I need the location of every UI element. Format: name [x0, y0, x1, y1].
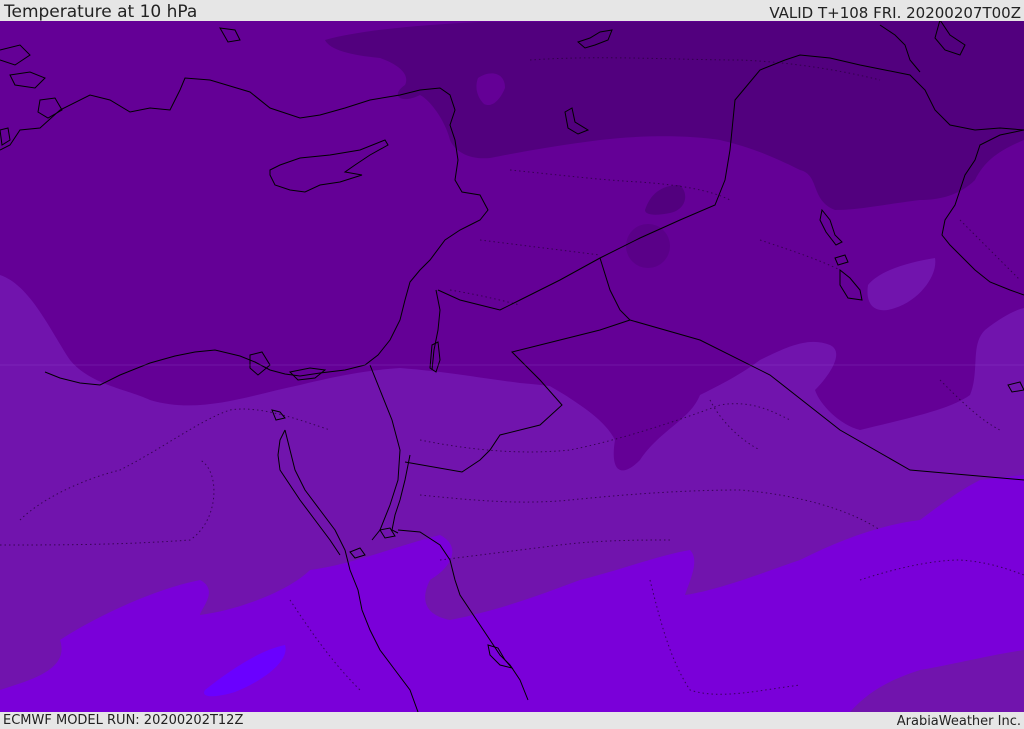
map-panel	[0, 21, 1024, 712]
valid-time-label: VALID T+108 FRI. 20200207T00Z	[769, 4, 1021, 22]
field-blob-darkest-2	[626, 224, 670, 268]
model-run-label: ECMWF MODEL RUN: 20200202T12Z	[3, 713, 244, 728]
footer-bar: ECMWF MODEL RUN: 20200202T12Z ArabiaWeat…	[0, 712, 1024, 729]
temperature-map	[0, 21, 1024, 712]
credit-label: ArabiaWeather Inc.	[896, 714, 1021, 729]
map-title: Temperature at 10 hPa	[4, 2, 198, 22]
header-bar: Temperature at 10 hPa VALID T+108 FRI. 2…	[0, 0, 1024, 21]
